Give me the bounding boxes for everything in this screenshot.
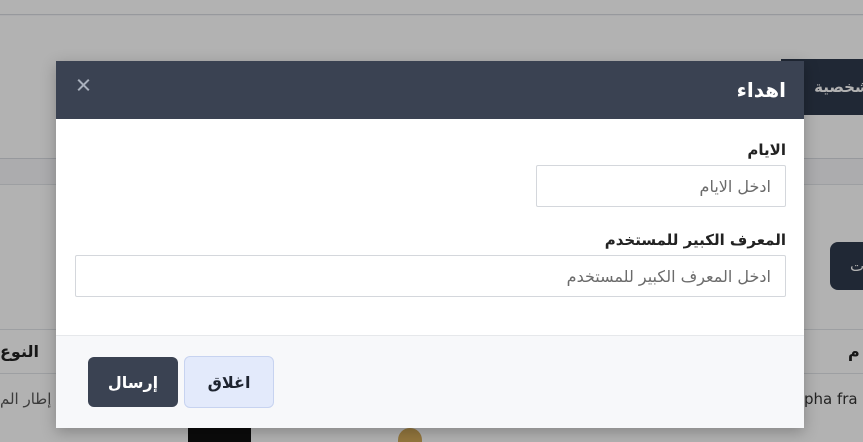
- days-label: الايام: [747, 141, 786, 159]
- modal-body: الايام المعرف الكبير للمستخدم: [56, 119, 804, 335]
- modal-footer: إرسال اغلاق: [56, 335, 804, 428]
- submit-button[interactable]: إرسال: [88, 357, 178, 407]
- uuid-label: المعرف الكبير للمستخدم: [604, 231, 786, 249]
- uuid-field-group: المعرف الكبير للمستخدم: [74, 231, 786, 297]
- close-icon[interactable]: [74, 75, 94, 95]
- close-button[interactable]: اغلاق: [184, 356, 274, 408]
- gift-modal: اهداء الايام المعرف الكبير للمستخدم إرسا…: [56, 61, 804, 428]
- modal-title: اهداء: [736, 78, 786, 102]
- uuid-input[interactable]: [75, 255, 786, 297]
- days-field-group: الايام: [74, 141, 786, 207]
- modal-header: اهداء: [56, 61, 804, 119]
- days-input[interactable]: [536, 165, 786, 207]
